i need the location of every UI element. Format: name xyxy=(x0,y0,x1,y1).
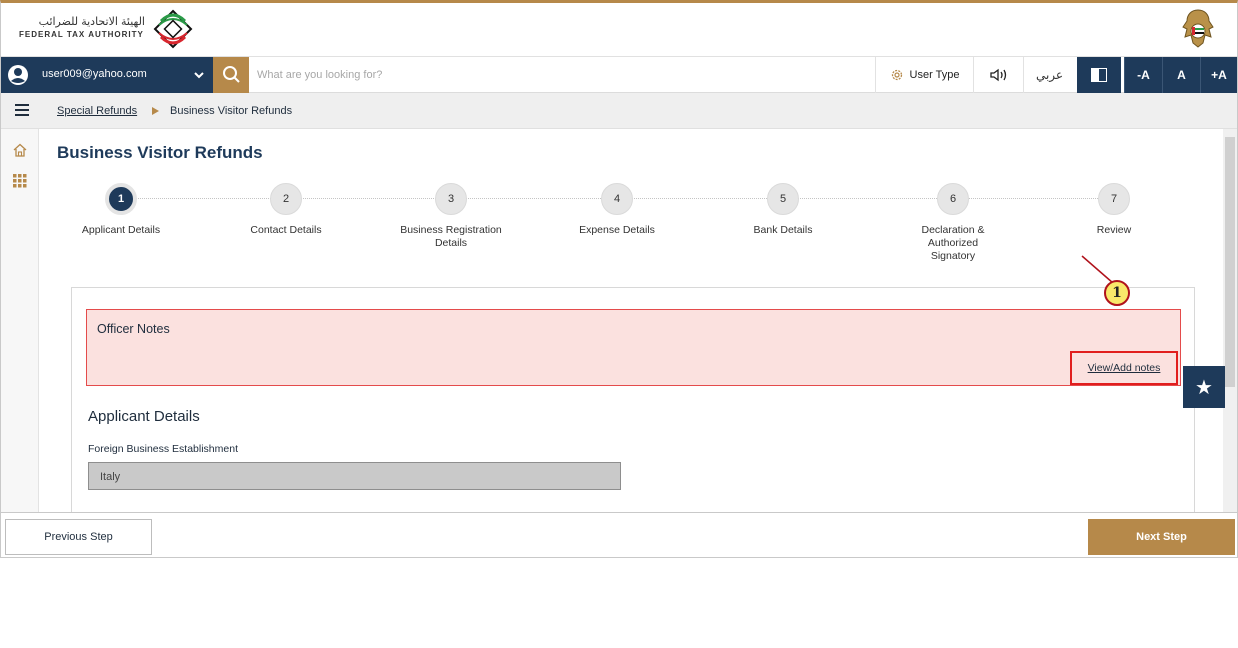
contrast-button[interactable] xyxy=(1077,57,1121,93)
apps-grid-icon[interactable] xyxy=(13,174,27,188)
step-label: Declaration & Authorized Signatory xyxy=(921,224,985,262)
step-label: Contact Details xyxy=(250,224,322,236)
user-email[interactable]: user009@yahoo.com xyxy=(42,68,147,80)
fta-logo-icon[interactable] xyxy=(151,7,195,51)
gear-icon xyxy=(891,69,902,81)
step-number: 3 xyxy=(435,183,467,215)
foreign-business-establishment-label: Foreign Business Establishment xyxy=(88,443,238,455)
search-input[interactable] xyxy=(257,64,847,86)
form-card: Officer Notes View/Add notes Applicant D… xyxy=(71,287,1195,512)
step-number: 5 xyxy=(767,183,799,215)
breadcrumb: Special Refunds Business Visitor Refunds xyxy=(1,93,1237,129)
uae-emblem-icon xyxy=(1182,9,1214,48)
step-declaration-authorized-signatory[interactable]: 6 Declaration & Authorized Signatory xyxy=(878,183,1028,263)
breadcrumb-link-special-refunds[interactable]: Special Refunds xyxy=(57,105,137,117)
step-expense-details[interactable]: 4 Expense Details xyxy=(542,183,692,237)
vertical-scrollbar[interactable] xyxy=(1223,129,1237,512)
user-menu[interactable]: user009@yahoo.com xyxy=(1,57,213,93)
next-step-button[interactable]: Next Step xyxy=(1088,519,1235,555)
font-decrease-button[interactable]: -A xyxy=(1124,57,1162,93)
star-icon: ★ xyxy=(1195,376,1213,399)
language-toggle[interactable]: عربي xyxy=(1023,57,1075,93)
wizard-footer: Previous Step Next Step xyxy=(1,512,1237,557)
step-number: 4 xyxy=(601,183,633,215)
step-business-registration-details[interactable]: 3 Business Registration Details xyxy=(376,183,526,250)
step-contact-details[interactable]: 2 Contact Details xyxy=(211,183,361,237)
user-type-button[interactable]: User Type xyxy=(875,57,973,93)
progress-stepper: 1 Applicant Details 2 Contact Details 3 … xyxy=(39,183,1223,273)
page-title: Business Visitor Refunds xyxy=(57,143,263,162)
contrast-icon xyxy=(1091,68,1107,82)
home-icon[interactable] xyxy=(13,143,27,157)
foreign-business-establishment-field: Italy xyxy=(88,462,621,490)
search-button[interactable] xyxy=(213,57,249,93)
step-label: Applicant Details xyxy=(81,224,161,236)
scrollbar-thumb[interactable] xyxy=(1225,137,1235,387)
step-label: Bank Details xyxy=(753,224,813,236)
step-number: 1 xyxy=(105,183,137,215)
app-window: الهيئة الاتحادية للضرائب FEDERAL TAX AUT… xyxy=(0,0,1238,558)
hamburger-menu-icon[interactable] xyxy=(15,104,29,116)
callout-number-badge: 1 xyxy=(1104,280,1130,306)
logo-arabic-text: الهيئة الاتحادية للضرائب xyxy=(38,16,145,28)
step-label: Review xyxy=(1096,224,1132,236)
favorite-star-button[interactable]: ★ xyxy=(1183,366,1225,408)
fta-logo-text: الهيئة الاتحادية للضرائب FEDERAL TAX AUT… xyxy=(19,16,149,39)
chevron-down-icon[interactable] xyxy=(193,70,205,80)
breadcrumb-arrow-icon xyxy=(152,107,159,115)
breadcrumb-current: Business Visitor Refunds xyxy=(170,105,293,117)
logo-english-text: FEDERAL TAX AUTHORITY xyxy=(19,30,144,39)
site-header: الهيئة الاتحادية للضرائب FEDERAL TAX AUT… xyxy=(1,3,1237,57)
speaker-icon xyxy=(989,68,1006,82)
step-number: 2 xyxy=(270,183,302,215)
main-content: Business Visitor Refunds 1 Applicant Det… xyxy=(39,129,1223,512)
font-increase-button[interactable]: +A xyxy=(1200,57,1237,93)
top-toolbar: user009@yahoo.com User Type xyxy=(1,57,1237,93)
step-label: Expense Details xyxy=(579,224,655,236)
audio-button[interactable] xyxy=(973,57,1023,93)
user-type-label: User Type xyxy=(909,69,960,81)
search-icon xyxy=(223,66,240,83)
officer-notes-panel: Officer Notes View/Add notes xyxy=(86,309,1181,386)
left-sidebar xyxy=(1,129,39,512)
step-label: Business Registration Details xyxy=(400,224,502,249)
step-bank-details[interactable]: 5 Bank Details xyxy=(708,183,858,237)
step-applicant-details[interactable]: 1 Applicant Details xyxy=(46,183,196,237)
step-number: 6 xyxy=(937,183,969,215)
font-normal-button[interactable]: A xyxy=(1162,57,1200,93)
officer-notes-title: Officer Notes xyxy=(97,322,170,336)
user-avatar-icon xyxy=(8,65,28,85)
view-add-notes-link[interactable]: View/Add notes xyxy=(1070,351,1178,385)
step-number: 7 xyxy=(1098,183,1130,215)
applicant-details-heading: Applicant Details xyxy=(88,408,200,425)
step-review[interactable]: 7 Review xyxy=(1039,183,1189,237)
previous-step-button[interactable]: Previous Step xyxy=(5,519,152,555)
